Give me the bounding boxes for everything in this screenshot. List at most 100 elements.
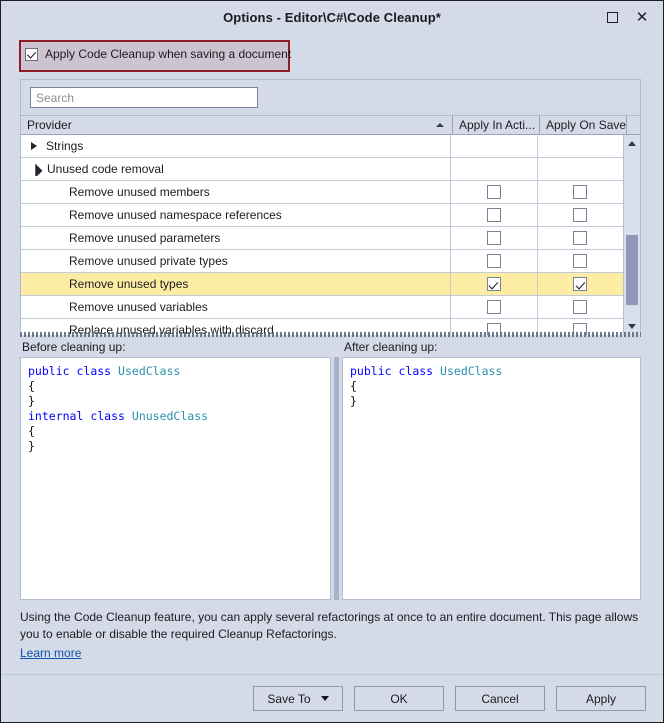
grid-rows: Strings Unused code removal Remove unused … — [21, 135, 623, 335]
title-bar: Options - Editor\C#\Code Cleanup* ✕ — [1, 1, 663, 33]
apply-in-action-cell — [450, 158, 536, 180]
checkbox-icon — [486, 300, 501, 314]
code-token: } — [28, 439, 35, 453]
after-pane-label: After cleaning up: — [342, 338, 641, 357]
provider-name-label: Remove unused types — [69, 277, 189, 291]
apply-in-action-cell[interactable] — [450, 296, 536, 318]
code-token: class — [398, 364, 434, 378]
grid-vertical-scrollbar[interactable] — [623, 135, 640, 335]
column-header-apply-in-action-label: Apply In Acti... — [459, 118, 536, 132]
cancel-button[interactable]: Cancel — [455, 686, 545, 711]
apply-on-save-cell[interactable] — [536, 227, 623, 249]
sort-ascending-icon — [436, 123, 444, 127]
provider-name-cell: Remove unused namespace references — [21, 208, 450, 222]
checkbox-icon — [573, 231, 588, 245]
apply-button-label: Apply — [585, 691, 617, 706]
apply-on-save-cell — [536, 135, 623, 157]
ok-button[interactable]: OK — [354, 686, 444, 711]
code-token: } — [28, 394, 35, 408]
chevron-down-icon — [320, 696, 329, 701]
search-input[interactable] — [30, 87, 258, 108]
provider-name-cell: Remove unused members — [21, 185, 450, 199]
table-row[interactable]: Remove unused variables — [21, 296, 623, 319]
save-to-button[interactable]: Save To — [253, 686, 343, 711]
provider-name-cell: Remove unused private types — [21, 254, 450, 268]
table-row[interactable]: Remove unused types — [21, 273, 623, 296]
preview-area: Before cleaning up: public class UsedCla… — [20, 338, 641, 600]
providers-panel: Provider Apply In Acti... Apply On Save … — [20, 79, 641, 335]
apply-in-action-cell[interactable] — [450, 204, 536, 226]
apply-button[interactable]: Apply — [556, 686, 646, 711]
chevron-right-icon[interactable] — [31, 142, 37, 150]
cancel-button-label: Cancel — [481, 691, 519, 706]
apply-in-action-cell — [450, 135, 536, 157]
table-row[interactable]: Unused code removal — [21, 158, 623, 181]
code-line: internal class UnusedClass — [28, 409, 323, 424]
scroll-down-icon — [628, 324, 636, 329]
close-button[interactable]: ✕ — [627, 4, 657, 30]
column-header-apply-on-save[interactable]: Apply On Save — [540, 116, 627, 134]
learn-more-link[interactable]: Learn more — [20, 645, 81, 662]
checkbox-icon — [25, 47, 38, 61]
checkbox-icon — [486, 208, 501, 222]
code-token: public — [350, 364, 392, 378]
provider-name-cell: Remove unused parameters — [21, 231, 450, 245]
apply-code-cleanup-on-save-checkbox[interactable]: Apply Code Cleanup when saving a documen… — [25, 47, 291, 61]
code-token: class — [76, 364, 112, 378]
scroll-up-button[interactable] — [624, 135, 640, 152]
provider-name-label: Unused code removal — [47, 162, 164, 176]
description-block: Using the Code Cleanup feature, you can … — [20, 609, 645, 662]
checkbox-icon — [486, 185, 501, 199]
options-dialog: Options - Editor\C#\Code Cleanup* ✕ Appl… — [0, 0, 664, 723]
apply-on-save-cell[interactable] — [536, 296, 623, 318]
provider-name-label: Remove unused variables — [69, 300, 208, 314]
apply-in-action-cell[interactable] — [450, 273, 536, 295]
code-line: public class UsedClass — [350, 364, 633, 379]
apply-on-save-cell[interactable] — [536, 250, 623, 272]
chevron-down-icon[interactable] — [28, 163, 43, 176]
apply-on-save-cell[interactable] — [536, 273, 623, 295]
checkbox-icon — [573, 277, 588, 291]
apply-on-save-cell[interactable] — [536, 204, 623, 226]
code-token: UnusedClass — [131, 409, 209, 423]
apply-in-action-cell[interactable] — [450, 181, 536, 203]
checkbox-icon — [573, 208, 588, 222]
code-token: { — [350, 379, 357, 393]
table-row[interactable]: Strings — [21, 135, 623, 158]
column-header-provider[interactable]: Provider — [21, 116, 453, 134]
apply-on-save-cell — [536, 158, 623, 180]
table-row[interactable]: Remove unused namespace references — [21, 204, 623, 227]
vertical-splitter[interactable] — [331, 338, 342, 600]
code-token: public — [28, 364, 70, 378]
provider-name-label: Remove unused parameters — [69, 231, 221, 245]
code-token: internal — [28, 409, 84, 423]
save-to-button-label: Save To — [267, 691, 311, 706]
apply-in-action-cell[interactable] — [450, 227, 536, 249]
checkbox-icon — [486, 254, 501, 268]
apply-code-cleanup-on-save-label: Apply Code Cleanup when saving a documen… — [45, 47, 292, 61]
scroll-up-icon — [628, 141, 636, 146]
after-pane: After cleaning up: public class UsedClas… — [342, 338, 641, 600]
scrollbar-thumb[interactable] — [626, 235, 638, 305]
code-line: public class UsedClass — [28, 364, 323, 379]
maximize-button[interactable] — [597, 4, 627, 30]
provider-name-label: Remove unused members — [69, 185, 210, 199]
maximize-icon — [606, 11, 618, 23]
code-token: { — [28, 379, 35, 393]
apply-on-save-cell[interactable] — [536, 181, 623, 203]
search-container — [21, 80, 640, 115]
table-row[interactable]: Remove unused private types — [21, 250, 623, 273]
apply-in-action-cell[interactable] — [450, 250, 536, 272]
provider-name-label: Remove unused namespace references — [69, 208, 282, 222]
horizontal-splitter[interactable] — [20, 332, 641, 337]
code-line: { — [28, 379, 323, 394]
table-row[interactable]: Remove unused members — [21, 181, 623, 204]
code-token: } — [350, 394, 357, 408]
window-controls: ✕ — [597, 1, 657, 33]
table-row[interactable]: Remove unused parameters — [21, 227, 623, 250]
column-header-apply-in-action[interactable]: Apply In Acti... — [453, 116, 540, 134]
grid-header-row: Provider Apply In Acti... Apply On Save — [21, 115, 640, 135]
before-pane-label: Before cleaning up: — [20, 338, 331, 357]
close-icon: ✕ — [635, 8, 649, 26]
